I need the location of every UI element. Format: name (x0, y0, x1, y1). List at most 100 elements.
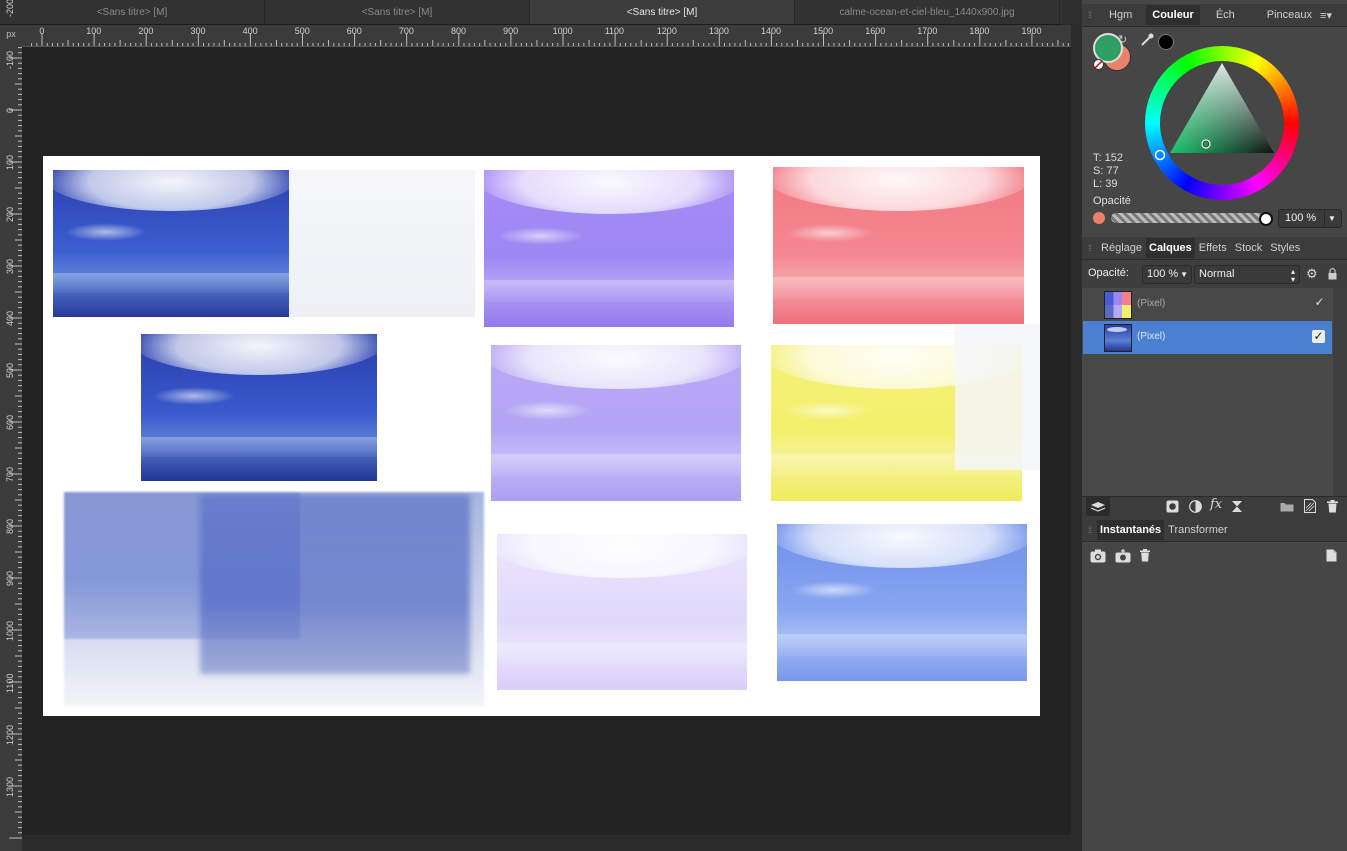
canvas-image-ocean-light-blue[interactable] (777, 524, 1027, 681)
tab-bar-filler (1062, 0, 1082, 24)
ruler-label: 700 (398, 26, 414, 36)
opacity-slider-handle[interactable] (1259, 212, 1273, 226)
ruler-label: 800 (5, 519, 15, 535)
luminosity-value: L: 39 (1093, 178, 1118, 190)
panel-grip-icon[interactable]: ⁞⁞ (1082, 10, 1097, 20)
ruler-label: 1100 (5, 673, 15, 693)
new-layer-icon[interactable] (1304, 499, 1316, 516)
restore-snapshot-icon[interactable] (1090, 549, 1106, 566)
no-fill-icon[interactable] (1093, 59, 1104, 70)
layer-visibility-checkbox[interactable]: ✓ (1312, 330, 1325, 343)
layers-stack-icon[interactable] (1086, 497, 1110, 516)
gear-icon[interactable]: ⚙ (1306, 266, 1318, 282)
lock-icon[interactable] (1328, 268, 1337, 283)
adjustment-icon[interactable] (1189, 500, 1202, 516)
opacity-field[interactable]: 100 % ▼ (1278, 209, 1342, 228)
add-snapshot-icon[interactable] (1115, 549, 1131, 566)
trash-icon[interactable] (1327, 500, 1338, 516)
layer-opacity-field[interactable]: 100 % ▼ (1142, 265, 1192, 284)
layers-grip-icon[interactable]: ⁞⁞ (1082, 243, 1097, 253)
layers-scrollbar[interactable] (1333, 288, 1347, 496)
ruler-label: 200 (138, 26, 154, 36)
blend-mode-value: Normal (1199, 268, 1235, 280)
ruler-label: 1200 (656, 26, 677, 36)
document-tab-3[interactable]: <Sans titre> [M] (530, 0, 795, 24)
opacity-color-swatch (1093, 212, 1105, 224)
canvas-image-ocean-lavender[interactable] (491, 345, 741, 501)
layer-opacity-value: 100 % (1147, 268, 1179, 280)
tab-effets[interactable]: Effets (1195, 242, 1231, 254)
opacity-label: Opacité (1093, 195, 1131, 207)
ruler-label: 200 (5, 207, 15, 223)
layer-name[interactable]: (Pixel) (1137, 298, 1165, 309)
layer-visibility-checkbox[interactable]: ✓ (1313, 296, 1326, 309)
fx-icon[interactable]: fx (1210, 497, 1222, 512)
layer-row-2[interactable]: (Pixel) ✓ (1083, 321, 1332, 354)
blend-mode-stepper-icon[interactable]: ▴ ▾ (1291, 268, 1295, 284)
ruler-label: 300 (190, 26, 206, 36)
layers-panel-tabs: ⁞⁞ Réglage Calques Effets Stock Styles (1082, 237, 1347, 260)
canvas-image-ocean-blue-2[interactable] (141, 334, 377, 481)
tab-transformer[interactable]: Transformer (1164, 524, 1232, 536)
saturation-value: S: 77 (1093, 165, 1119, 177)
vertical-scrollbar[interactable] (1071, 25, 1082, 851)
canvas-image-ocean-purple-1[interactable] (484, 170, 734, 327)
ruler-label: 400 (242, 26, 258, 36)
canvas-image-faded-overlay[interactable] (955, 324, 1040, 470)
horizontal-ruler[interactable]: 0 100 200 300 400 500 600 700 800 900 1000 1100 1200… (22, 25, 1071, 47)
ruler-unit-label: px (0, 25, 22, 46)
document-tab-4[interactable]: calme-ocean-et-ciel-bleu_1440x900.jpg (795, 0, 1060, 24)
ruler-label: 1300 (708, 26, 729, 36)
delete-snapshot-icon[interactable] (1140, 549, 1150, 565)
tab-instantanes[interactable]: Instantanés (1097, 520, 1165, 540)
blend-mode-select[interactable]: Normal ▴ ▾ (1194, 265, 1300, 284)
ruler-label: 0 (5, 107, 15, 113)
ruler-label: 100 (5, 155, 15, 171)
ruler-label: 900 (503, 26, 519, 36)
layer-name[interactable]: (Pixel) (1137, 331, 1165, 342)
document-tab-2[interactable]: <Sans titre> [M] (265, 0, 530, 24)
document-tab-1[interactable]: <Sans titre> [M] (0, 0, 265, 24)
document-icon[interactable] (1326, 549, 1337, 565)
layer-thumbnail (1104, 291, 1132, 319)
mask-icon[interactable] (1166, 500, 1179, 516)
hourglass-icon[interactable] (1231, 500, 1243, 516)
ruler-label: 500 (5, 363, 15, 379)
swap-icon[interactable]: ↻ (1118, 33, 1127, 46)
hue-value: T: 152 (1093, 152, 1123, 164)
tab-ech[interactable]: Éch (1200, 9, 1255, 21)
folder-icon[interactable] (1280, 501, 1294, 515)
layer-opacity-dropdown-icon[interactable]: ▼ (1180, 266, 1188, 283)
ruler-label: 1000 (552, 26, 573, 36)
ruler-label: 1700 (917, 26, 938, 36)
ruler-label: 900 (5, 571, 15, 587)
document-tab-bar: <Sans titre> [M] <Sans titre> [M] <Sans … (0, 0, 1062, 25)
hue-handle[interactable] (1154, 149, 1166, 161)
tab-styles[interactable]: Styles (1266, 242, 1304, 254)
tab-pinceaux[interactable]: Pinceaux (1255, 9, 1320, 21)
tab-couleur[interactable]: Couleur (1146, 5, 1200, 25)
canvas-image-ocean-blurred[interactable] (64, 492, 484, 706)
canvas-image-ocean-faded-white[interactable] (289, 170, 475, 317)
layer-row-1[interactable]: (Pixel) ✓ (1083, 288, 1332, 321)
document-canvas[interactable] (43, 156, 1040, 716)
menu-icon[interactable]: ≡▾ (1320, 9, 1332, 22)
ruler-label: 1200 (5, 724, 15, 745)
ruler-label: 600 (5, 415, 15, 431)
tab-reglage[interactable]: Réglage (1097, 242, 1146, 254)
canvas-image-ocean-pink[interactable] (773, 167, 1024, 324)
tab-hgm[interactable]: Hgm (1097, 9, 1146, 21)
tab-calques[interactable]: Calques (1146, 238, 1195, 258)
color-triangle[interactable] (1145, 46, 1299, 200)
ruler-label: 1100 (604, 26, 625, 36)
opacity-dropdown-icon[interactable]: ▼ (1324, 210, 1339, 227)
horizontal-scrollbar[interactable] (22, 835, 1071, 851)
tab-stock[interactable]: Stock (1231, 242, 1267, 254)
opacity-slider[interactable] (1111, 213, 1268, 223)
canvas-image-ocean-blue-1[interactable] (53, 170, 289, 317)
vertical-ruler[interactable]: -200 -100 0 100 200 300 400 500 600 700 800 900 1000… (0, 0, 23, 851)
snapshots-grip-icon[interactable]: ⁞⁞ (1082, 525, 1097, 535)
canvas-image-ocean-pale-lavender[interactable] (497, 534, 747, 690)
ruler-label: 800 (451, 26, 467, 36)
snapshots-panel-tabs: ⁞⁞ Instantanés Transformer (1082, 519, 1347, 542)
